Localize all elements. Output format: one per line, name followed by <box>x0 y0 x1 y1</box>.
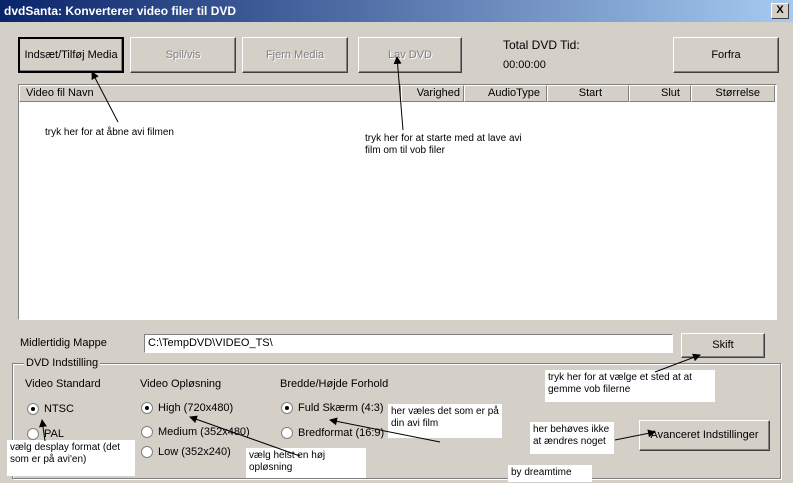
annotation-choose-here: her væles det som er på din avi film <box>388 404 502 438</box>
annotation-no-change: her behøves ikke at ændres noget <box>530 422 614 454</box>
close-button[interactable]: X <box>771 3 789 19</box>
low-radio[interactable] <box>141 446 153 458</box>
column-header-name[interactable]: Video fil Navn <box>19 85 401 102</box>
annotation-start-avi: tryk her for at starte med at lave avi f… <box>362 131 530 159</box>
aspect-ratio-label: Bredde/Højde Forhold <box>280 378 389 390</box>
medium-radio[interactable] <box>141 426 153 438</box>
make-dvd-button[interactable]: Lav DVD <box>358 37 462 73</box>
temp-folder-label: Midlertidig Mappe <box>20 337 107 349</box>
ntsc-radio[interactable] <box>27 403 39 415</box>
column-header-duration[interactable]: Varighed <box>401 85 464 102</box>
widescreen-radio[interactable] <box>281 427 293 439</box>
total-dvd-time-label: Total DVD Tid: <box>503 38 580 52</box>
play-button[interactable]: Spil/vis <box>130 37 236 73</box>
column-header-start[interactable]: Start <box>547 85 629 102</box>
total-dvd-time-value: 00:00:00 <box>503 59 546 71</box>
fullscreen-label[interactable]: Fuld Skærm (4:3) <box>298 402 384 414</box>
ntsc-label[interactable]: NTSC <box>44 403 74 415</box>
column-header-audiotype[interactable]: AudioType <box>464 85 547 102</box>
annotation-credit: by dreamtime <box>508 465 592 482</box>
video-standard-label: Video Standard <box>25 378 101 390</box>
insert-media-button[interactable]: Indsæt/Tilføj Media <box>18 37 124 73</box>
temp-folder-input[interactable]: C:\TempDVD\VIDEO_TS\ <box>144 334 673 353</box>
window-title: dvdSanta: Konverterer video filer til DV… <box>4 4 237 18</box>
column-header-size[interactable]: Størrelse <box>691 85 775 102</box>
medium-label[interactable]: Medium (352x480) <box>158 426 250 438</box>
annotation-choose-place: tryk her for at vælge et sted at at gemm… <box>545 370 715 402</box>
annotation-high-resolution: vælg helst en høj opløsning <box>246 448 366 478</box>
high-label[interactable]: High (720x480) <box>158 402 233 414</box>
annotation-display-format: vælg desplay format (det som er på avi'e… <box>7 440 135 476</box>
low-label[interactable]: Low (352x240) <box>158 446 231 458</box>
remove-media-button[interactable]: Fjern Media <box>242 37 348 73</box>
restart-button[interactable]: Forfra <box>673 37 779 73</box>
change-folder-button[interactable]: Skift <box>681 333 765 358</box>
title-bar: dvdSanta: Konverterer video filer til DV… <box>0 0 793 22</box>
video-resolution-label: Video Opløsning <box>140 378 222 390</box>
pal-radio[interactable] <box>27 428 39 440</box>
annotation-open-avi: tryk her for at åbne avi filmen <box>45 127 174 138</box>
pal-label[interactable]: PAL <box>44 428 64 440</box>
video-file-list[interactable]: Video fil Navn Varighed AudioType Start … <box>18 84 777 320</box>
dvd-settings-title: DVD Indstilling <box>24 357 101 369</box>
widescreen-label[interactable]: Bredformat (16:9) <box>298 427 384 439</box>
high-radio[interactable] <box>141 402 153 414</box>
advanced-settings-button[interactable]: Avanceret Indstillinger <box>639 420 770 451</box>
fullscreen-radio[interactable] <box>281 402 293 414</box>
column-header-end[interactable]: Slut <box>629 85 691 102</box>
